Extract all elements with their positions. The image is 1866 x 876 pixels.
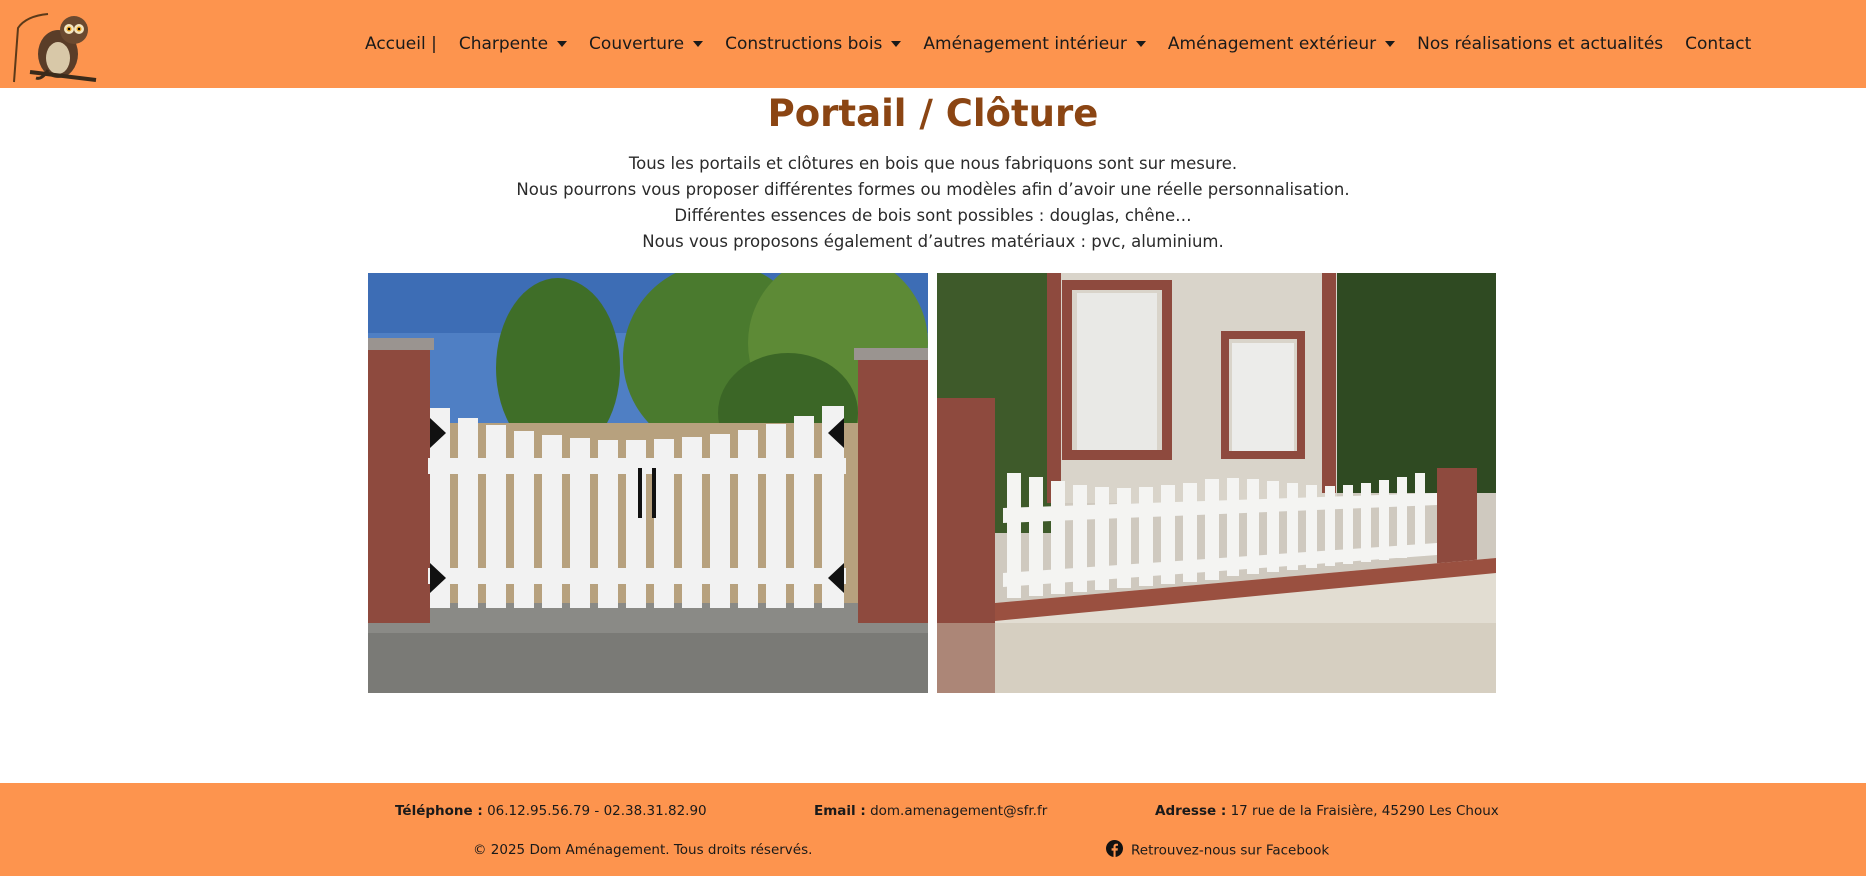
intro-line: Tous les portails et clôtures en bois qu…	[628, 154, 1238, 173]
address-value: 17 rue de la Fraisière, 45290 Les Choux	[1230, 803, 1499, 819]
caret-down-icon[interactable]	[1135, 41, 1146, 47]
intro-line: Nous pourrons vous proposer différentes …	[516, 180, 1350, 199]
nav-item-constructions-bois[interactable]: Constructions bois	[714, 34, 912, 54]
page-title: Portail / Clôture	[767, 92, 1099, 135]
caret-down-icon[interactable]	[1385, 41, 1396, 47]
fence-photo[interactable]	[937, 273, 1496, 693]
email-value[interactable]: dom.amenagement@sfr.fr	[870, 803, 1047, 819]
nav-item-label[interactable]: Constructions bois	[725, 34, 882, 54]
facebook-icon[interactable]	[1106, 840, 1123, 861]
caret-down-icon[interactable]	[693, 41, 704, 47]
nav-item-label[interactable]: Charpente	[459, 34, 548, 54]
nav-item-amenagement-exterieur[interactable]: Aménagement extérieur	[1157, 34, 1406, 54]
phone-value[interactable]: 06.12.95.56.79 - 02.38.31.82.90	[487, 803, 707, 819]
nav-item-charpente[interactable]: Charpente	[448, 34, 578, 54]
navbar: Accueil | Charpente Couverture Construct…	[0, 0, 1866, 88]
caret-down-icon[interactable]	[891, 41, 902, 47]
intro-text: Tous les portails et clôtures en bois qu…	[0, 151, 1866, 255]
nav-item-realisations[interactable]: Nos réalisations et actualités	[1406, 34, 1674, 54]
copyright: © 2025 Dom Aménagement. Tous droits rése…	[473, 842, 813, 858]
nav-item-amenagement-interieur[interactable]: Aménagement intérieur	[912, 34, 1157, 54]
nav-item-label[interactable]: Nos réalisations et actualités	[1417, 34, 1663, 54]
intro-line: Nous vous proposons également d’autres m…	[642, 232, 1224, 251]
nav-item-contact[interactable]: Contact	[1674, 34, 1762, 54]
facebook-link[interactable]: Retrouvez-nous sur Facebook	[1106, 840, 1329, 861]
footer-email: Email : dom.amenagement@sfr.fr	[814, 803, 1047, 819]
nav-item-label[interactable]: Aménagement extérieur	[1168, 34, 1376, 54]
nav-item-label[interactable]: Accueil |	[365, 34, 437, 54]
nav-item-label[interactable]: Contact	[1685, 34, 1751, 54]
footer: Téléphone : 06.12.95.56.79 - 02.38.31.82…	[0, 783, 1866, 876]
nav-item-couverture[interactable]: Couverture	[578, 34, 714, 54]
nav-item-label[interactable]: Aménagement intérieur	[923, 34, 1127, 54]
nav-item-label[interactable]: Couverture	[589, 34, 684, 54]
facebook-text[interactable]: Retrouvez-nous sur Facebook	[1131, 843, 1329, 859]
footer-address: Adresse : 17 rue de la Fraisière, 45290 …	[1155, 803, 1499, 819]
main-nav: Accueil | Charpente Couverture Construct…	[365, 0, 1762, 88]
intro-line: Différentes essences de bois sont possib…	[674, 206, 1192, 225]
owl-logo-icon[interactable]	[8, 8, 104, 84]
phone-label: Téléphone :	[395, 803, 483, 819]
caret-down-icon[interactable]	[557, 41, 568, 47]
footer-phone: Téléphone : 06.12.95.56.79 - 02.38.31.82…	[395, 803, 707, 819]
gate-photo[interactable]	[368, 273, 928, 693]
email-label: Email :	[814, 803, 866, 819]
nav-item-accueil[interactable]: Accueil |	[365, 34, 448, 54]
address-label: Adresse :	[1155, 803, 1227, 819]
